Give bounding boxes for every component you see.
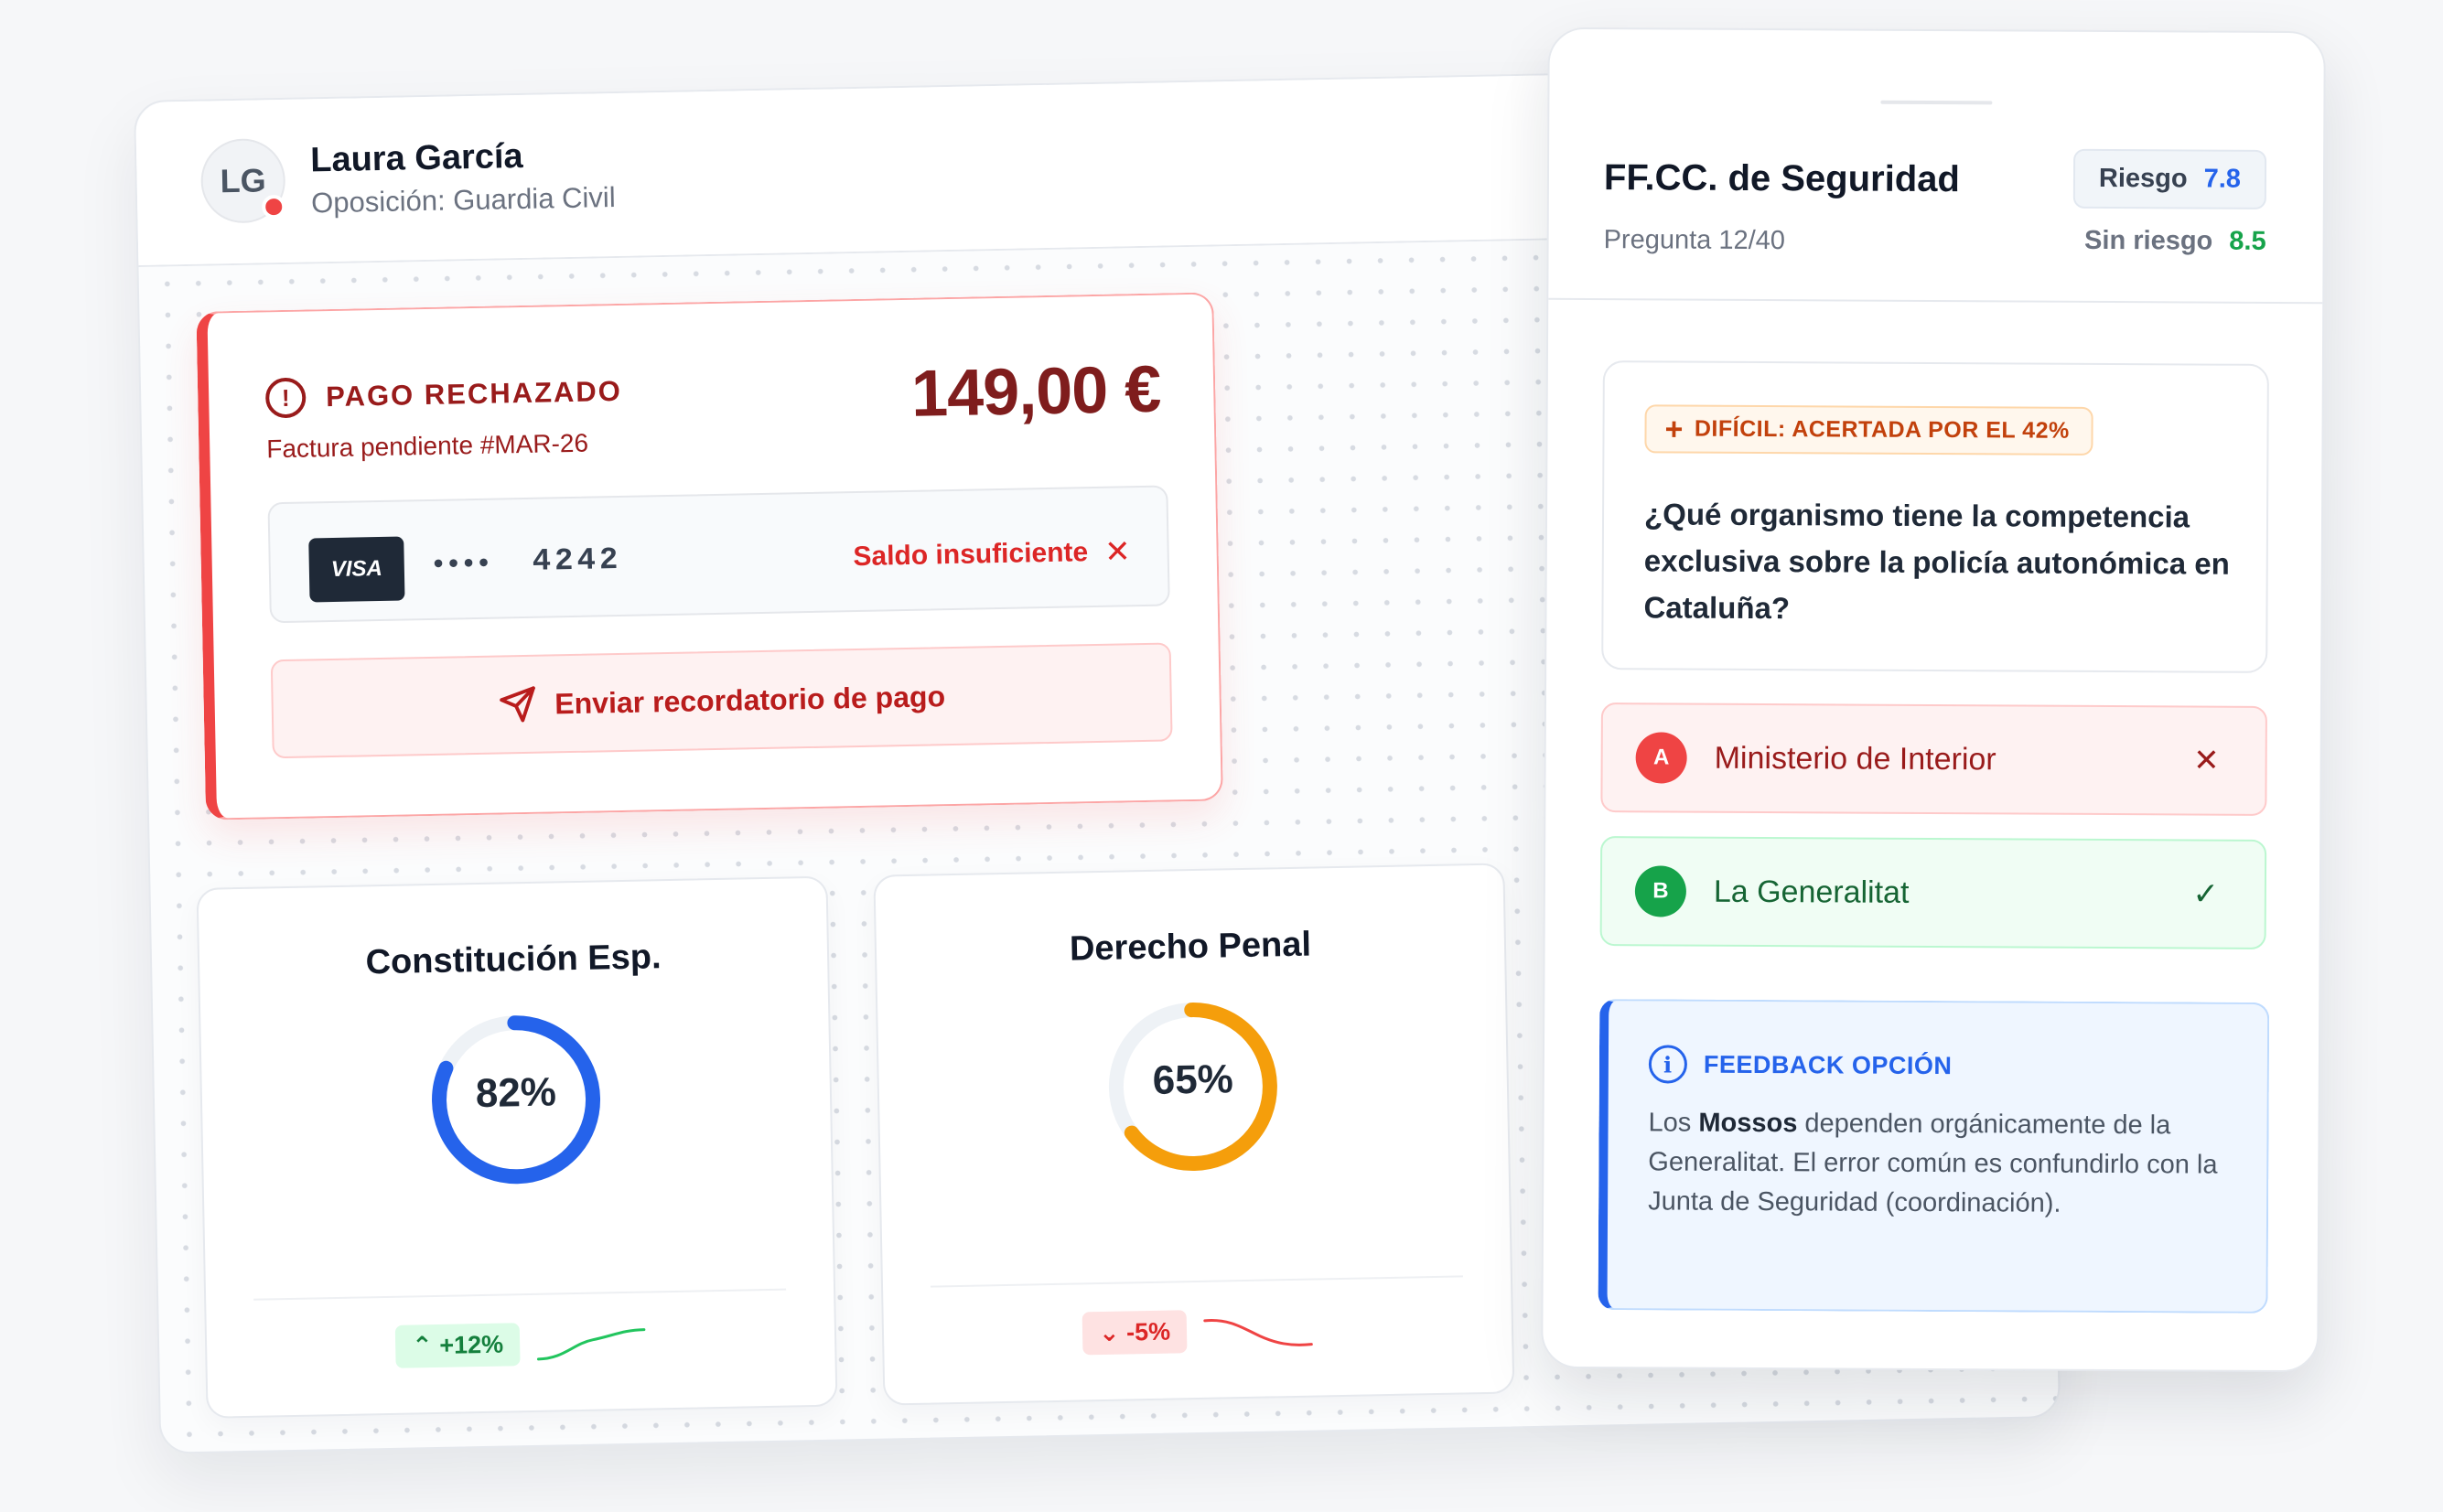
risk-value: 7.8	[2203, 164, 2242, 194]
difficulty-label: DIFÍCIL: ACERTADA POR EL 42%	[1694, 415, 2070, 444]
option-label: La Generalitat	[1713, 874, 1910, 910]
stat-footer: ⌃ +12%	[207, 1317, 835, 1372]
option-label: Ministerio de Interior	[1714, 740, 1996, 777]
card-last4: 4242	[532, 542, 622, 580]
card-mask: ••••	[433, 547, 495, 579]
status-dot	[261, 194, 286, 220]
stat-card-constitucion[interactable]: Constitución Esp. 82% ⌃ +12%	[196, 875, 838, 1419]
plus-icon: +	[1664, 411, 1684, 447]
feedback-text: Los Mossos dependen orgánicamente de la …	[1648, 1103, 2244, 1224]
feedback-title: FEEDBACK OPCIÓN	[1703, 1050, 1953, 1079]
trend-badge: ⌃ +12%	[394, 1323, 521, 1368]
answer-option-a[interactable]: A Ministerio de Interior ✕	[1600, 702, 2267, 816]
feedback-text-bold: Mossos	[1698, 1108, 1798, 1139]
divider	[931, 1275, 1463, 1288]
progress-value: 82%	[475, 1069, 557, 1117]
question-card: + DIFÍCIL: ACERTADA POR EL 42% ¿Qué orga…	[1601, 360, 2269, 673]
send-reminder-label: Enviar recordatorio de pago	[554, 679, 946, 720]
chevron-down-icon: ⌄	[1098, 1318, 1127, 1347]
avatar-initials: LG	[220, 161, 267, 200]
progress-ring: 82%	[426, 1010, 606, 1189]
quiz-header: FF.CC. de Seguridad Pregunta 12/40 Riesg…	[1548, 28, 2324, 305]
feedback-header: i FEEDBACK OPCIÓN	[1648, 1045, 1953, 1085]
sparkline-icon	[1203, 1318, 1313, 1346]
no-risk-value: 8.5	[2229, 226, 2266, 256]
no-risk-label: Sin riesgo	[2084, 225, 2213, 256]
risk-badge: Riesgo 7.8	[2072, 148, 2267, 209]
question-text: ¿Qué organismo tiene la competencia excl…	[1643, 497, 2230, 626]
send-reminder-button[interactable]: Enviar recordatorio de pago	[270, 642, 1173, 759]
quiz-progress: Pregunta 12/40	[1603, 225, 1786, 256]
progress-value: 65%	[1152, 1056, 1234, 1103]
option-letter: A	[1635, 732, 1687, 784]
visa-card-icon: VISA	[308, 536, 405, 603]
answer-option-b[interactable]: B La Generalitat ✓	[1599, 836, 2267, 949]
avatar[interactable]: LG	[199, 137, 286, 224]
quiz-title: FF.CC. de Seguridad	[1603, 157, 1961, 200]
chevron-up-icon: ⌃	[411, 1331, 440, 1360]
difficulty-badge: + DIFÍCIL: ACERTADA POR EL 42%	[1644, 404, 2093, 456]
stat-title: Constitución Esp.	[365, 938, 662, 982]
trend-value: -5%	[1125, 1317, 1171, 1346]
close-icon: ✕	[2193, 743, 2220, 778]
close-icon[interactable]: ✕	[1104, 533, 1131, 571]
risk-label: Riesgo	[2098, 163, 2188, 194]
no-risk-score: Sin riesgo 8.5	[2084, 226, 2266, 257]
feedback-text-start: Los	[1648, 1108, 1699, 1138]
divider	[253, 1288, 787, 1301]
payment-alert-card: ! PAGO RECHAZADO Factura pendiente #MAR-…	[196, 292, 1223, 820]
trend-badge: ⌄ -5%	[1082, 1310, 1188, 1356]
quiz-panel: FF.CC. de Seguridad Pregunta 12/40 Riesg…	[1541, 27, 2326, 1373]
stat-card-penal[interactable]: Derecho Penal 65% ⌄ -5%	[873, 863, 1515, 1406]
send-icon	[499, 686, 535, 723]
payment-amount: 149,00 €	[910, 352, 1162, 431]
info-icon: i	[1648, 1045, 1688, 1084]
payment-status-label: PAGO RECHAZADO	[325, 374, 623, 413]
card-error-label: Saldo insuficiente	[853, 537, 1089, 573]
sparkline-icon	[536, 1327, 646, 1360]
invoice-label: Factura pendiente #MAR-26	[266, 428, 589, 464]
card-error: Saldo insuficiente ✕	[853, 533, 1131, 575]
alert-circle-icon: !	[264, 377, 307, 419]
option-letter: B	[1634, 865, 1687, 917]
progress-ring: 65%	[1103, 997, 1283, 1176]
user-subtitle: Oposición: Guardia Civil	[310, 180, 616, 220]
drag-handle[interactable]	[1880, 100, 1993, 105]
feedback-box: i FEEDBACK OPCIÓN Los Mossos dependen or…	[1598, 999, 2270, 1314]
check-icon: ✓	[2192, 876, 2219, 912]
card-details-row: VISA •••• 4242 Saldo insuficiente ✕	[267, 485, 1170, 624]
payment-status: ! PAGO RECHAZADO	[264, 371, 623, 419]
user-name: Laura García	[309, 136, 523, 180]
stat-footer: ⌄ -5%	[884, 1303, 1512, 1358]
stat-title: Derecho Penal	[1069, 925, 1312, 969]
trend-value: +12%	[439, 1330, 504, 1359]
